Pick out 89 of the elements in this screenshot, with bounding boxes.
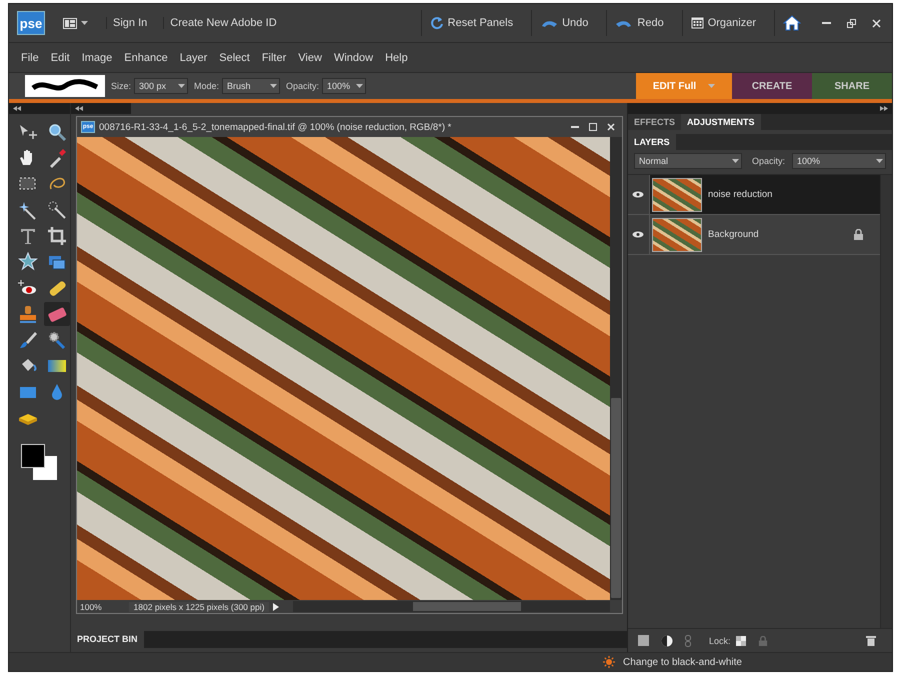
opacity-label: Opacity: <box>752 156 785 166</box>
menu-item[interactable]: Image <box>76 52 118 64</box>
layer-row[interactable]: Background <box>628 215 880 255</box>
layer-thumbnail <box>652 178 702 212</box>
panel-tab[interactable]: ADJUSTMENTS <box>681 114 761 130</box>
vertical-scrollbar[interactable] <box>610 137 622 600</box>
menu-item[interactable]: Layer <box>174 52 214 64</box>
link-icon[interactable] <box>684 634 691 646</box>
calendar-icon <box>690 17 704 29</box>
minimize-icon <box>570 126 579 128</box>
caret-icon <box>270 84 278 88</box>
mode-dropdown[interactable]: Brush <box>222 78 280 94</box>
minimize-icon <box>822 22 831 24</box>
menu-item[interactable]: Filter <box>256 52 292 64</box>
undo-button[interactable]: Undo <box>531 10 596 36</box>
caret-icon <box>178 84 186 88</box>
status-message: Change to black-and-white <box>623 656 742 668</box>
selection-brush-icon <box>46 199 68 221</box>
mode-label: Mode: <box>194 81 220 91</box>
brush-preset-picker[interactable] <box>25 75 105 97</box>
half-circle-icon[interactable] <box>660 634 673 646</box>
size-label: Size: <box>111 81 132 91</box>
horizontal-scrollbar[interactable] <box>293 601 610 612</box>
layout-icon <box>63 18 77 28</box>
eye-icon[interactable] <box>632 191 644 198</box>
home-icon <box>783 15 801 31</box>
project-bin-tab[interactable]: PROJECT BIN <box>71 631 144 648</box>
caret-icon <box>876 159 883 163</box>
restore-button[interactable] <box>844 18 859 28</box>
organizer-button[interactable]: Organizer <box>682 10 764 36</box>
panel-tab[interactable]: EFFECTS <box>628 114 681 130</box>
image-size-info: 1802 pixels x 1225 pixels (300 ppi) <box>129 602 269 612</box>
document-title: 008716-R1-33-4_1-6_5-2_tonemapped-final.tif @ 100% (noise reduction, RGB/8*) * <box>99 122 452 132</box>
undo-icon <box>540 18 558 28</box>
close-icon <box>606 123 615 131</box>
maximize-icon <box>588 123 597 131</box>
menu-item[interactable]: Help <box>379 52 414 64</box>
close-icon <box>872 18 881 28</box>
gradient-icon <box>47 358 67 374</box>
mode-tab[interactable]: CREATE <box>732 73 812 99</box>
layers-tab[interactable]: LAYERS <box>628 134 676 150</box>
account-link[interactable]: Create New Adobe ID <box>163 17 283 29</box>
reset-button[interactable]: Reset Panels <box>420 10 522 36</box>
caret-icon <box>356 84 364 88</box>
stamp-icon <box>17 303 39 325</box>
menu-item[interactable]: View <box>292 52 328 64</box>
redo-icon <box>615 18 634 28</box>
layer-thumbnail <box>652 218 702 252</box>
layer-name: Background <box>708 229 760 240</box>
zoom-level: 100% <box>79 602 103 612</box>
refresh-icon <box>430 16 444 30</box>
menu-item[interactable]: File <box>15 52 45 64</box>
trash-icon[interactable] <box>866 635 876 646</box>
crop-icon <box>46 225 68 247</box>
checkerboard-icon[interactable] <box>736 636 746 646</box>
new-layer-icon[interactable] <box>638 635 649 646</box>
opacity-field[interactable]: 100% <box>792 153 886 169</box>
minimize-button[interactable] <box>819 22 834 24</box>
menu-item[interactable]: Enhance <box>118 52 174 64</box>
opacity-label: Opacity: <box>286 81 320 91</box>
lock-label: Lock: <box>708 636 730 646</box>
menu-item[interactable]: Edit <box>44 52 76 64</box>
menu-item[interactable]: Select <box>213 52 256 64</box>
caret-icon <box>708 84 716 88</box>
play-icon[interactable] <box>273 602 279 610</box>
collapse-icon <box>75 106 83 111</box>
star-icon <box>17 251 39 273</box>
vertical-scrollbar[interactable] <box>880 175 892 628</box>
layer-name: noise reduction <box>708 189 774 200</box>
account-link[interactable]: Sign In <box>106 17 154 29</box>
collapse-icon <box>13 106 21 111</box>
caret-icon <box>732 159 739 163</box>
brush-icon <box>17 329 39 351</box>
size-field[interactable]: 300 px <box>134 78 188 94</box>
gear-brush-icon <box>46 329 68 351</box>
brush-stroke-icon <box>30 79 100 93</box>
blend-mode-dropdown[interactable]: Normal <box>634 153 742 169</box>
restore-icon <box>847 18 856 28</box>
tool-button[interactable] <box>44 302 70 326</box>
opacity-field[interactable]: 100% <box>322 78 366 94</box>
eye-icon[interactable] <box>632 231 644 238</box>
layer-row[interactable]: noise reduction <box>628 175 880 215</box>
caret-icon <box>81 21 88 25</box>
mode-tab[interactable]: SHARE <box>812 73 892 99</box>
sun-icon <box>603 656 616 668</box>
expand-icon <box>880 106 888 111</box>
menu-item[interactable]: Window <box>328 52 380 64</box>
app-logo: pse <box>17 11 45 35</box>
redo-button[interactable]: Redo <box>606 10 672 36</box>
